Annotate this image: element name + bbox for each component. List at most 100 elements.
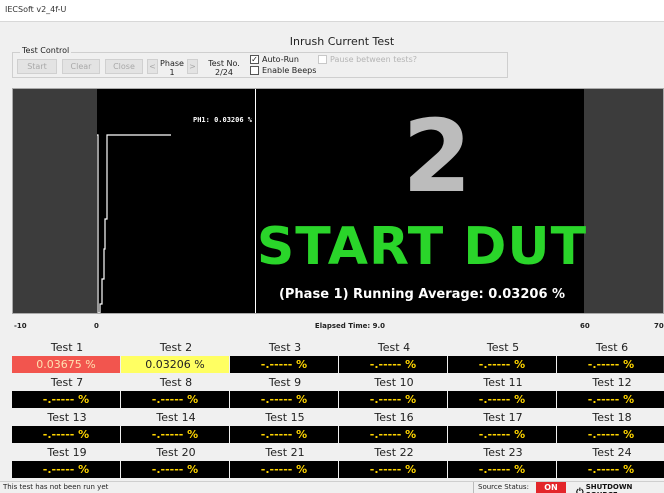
time-marker-line — [255, 89, 256, 313]
source-status-label: Source Status: — [478, 483, 529, 491]
phase-label: Phase 1 — [158, 59, 186, 77]
test-cell[interactable]: Test 24 -.----- % — [557, 445, 664, 481]
test-name: Test 10 — [374, 376, 414, 389]
phase-reading-label: PH1: 0.03206 % — [193, 116, 253, 124]
window-title: IECSoft v2_4f-U — [5, 5, 67, 14]
test-cell[interactable]: Test 23 -.----- % — [448, 445, 558, 481]
status-bar: This test has not been run yet Source St… — [0, 481, 664, 493]
title-bar: IECSoft v2_4f-U — [0, 0, 664, 22]
test-value: -.----- % — [230, 461, 338, 478]
status-message: This test has not been run yet — [3, 483, 109, 491]
test-name: Test 6 — [595, 341, 629, 354]
test-value: -.----- % — [557, 391, 664, 408]
test-cell[interactable]: Test 17 -.----- % — [448, 410, 558, 446]
test-value: -.----- % — [121, 391, 229, 408]
test-name: Test 12 — [592, 376, 632, 389]
test-cell[interactable]: Test 19 -.----- % — [12, 445, 122, 481]
status-divider — [473, 482, 474, 493]
test-value: -.----- % — [12, 391, 120, 408]
test-value: -.----- % — [230, 391, 338, 408]
test-number: Test No. 2/24 — [204, 59, 244, 77]
test-value: -.----- % — [557, 426, 664, 443]
test-name: Test 2 — [159, 341, 193, 354]
axis-label-max: 70 — [654, 322, 664, 330]
test-name: Test 21 — [265, 446, 305, 459]
test-value: 0.03206 % — [121, 356, 229, 373]
test-name: Test 24 — [592, 446, 632, 459]
test-value: -.----- % — [230, 356, 338, 373]
test-name: Test 16 — [374, 411, 414, 424]
test-name: Test 17 — [483, 411, 523, 424]
test-name: Test 5 — [486, 341, 520, 354]
test-results-grid: Test 1 0.03675 % Test 2 0.03206 % Test 3 -.--… — [12, 340, 664, 480]
test-cell[interactable]: Test 20 -.----- % — [121, 445, 231, 481]
axis-label-zero: 0 — [94, 322, 99, 330]
phase-prev-button[interactable]: < — [147, 59, 158, 74]
test-cell[interactable]: Test 8 -.----- % — [121, 375, 231, 411]
running-average: (Phase 1) Running Average: 0.03206 % — [278, 287, 566, 302]
test-name: Test 8 — [159, 376, 193, 389]
test-value: -.----- % — [339, 426, 447, 443]
test-control-legend: Test Control — [20, 46, 72, 55]
test-value: -.----- % — [448, 426, 556, 443]
inrush-trace — [97, 134, 171, 313]
test-number-value: 2/24 — [215, 68, 233, 77]
test-value: -.----- % — [230, 426, 338, 443]
test-name: Test 13 — [47, 411, 87, 424]
test-name: Test 7 — [50, 376, 84, 389]
test-cell[interactable]: Test 15 -.----- % — [230, 410, 340, 446]
test-cell[interactable]: Test 22 -.----- % — [339, 445, 449, 481]
source-status-badge: ON — [536, 482, 566, 493]
start-dut-prompt: START DUT — [256, 217, 588, 277]
test-value: -.----- % — [448, 356, 556, 373]
enable-beeps-checkbox[interactable]: Enable Beeps — [250, 66, 316, 75]
test-value: -.----- % — [12, 426, 120, 443]
test-cell[interactable]: Test 12 -.----- % — [557, 375, 664, 411]
test-name: Test 22 — [374, 446, 414, 459]
test-cell[interactable]: Test 14 -.----- % — [121, 410, 231, 446]
test-name: Test 18 — [592, 411, 632, 424]
axis-label-sixty: 60 — [580, 322, 590, 330]
shutdown-source-button[interactable]: SHUTDOWN SOURCE — [576, 483, 664, 493]
current-test-number: 2 — [402, 98, 472, 215]
test-value: -.----- % — [557, 356, 664, 373]
test-name: Test 15 — [265, 411, 305, 424]
axis-label-min: -10 — [14, 322, 27, 330]
test-name: Test 11 — [483, 376, 523, 389]
test-cell[interactable]: Test 2 0.03206 % — [121, 340, 231, 376]
close-button[interactable]: Close — [105, 59, 143, 74]
test-cell[interactable]: Test 6 -.----- % — [557, 340, 664, 376]
graph-area: PH1: 0.03206 % 2 START DUT (Phase 1) Run… — [97, 89, 586, 313]
test-cell[interactable]: Test 4 -.----- % — [339, 340, 449, 376]
test-name: Test 3 — [268, 341, 302, 354]
test-value: -.----- % — [339, 461, 447, 478]
test-cell[interactable]: Test 5 -.----- % — [448, 340, 558, 376]
test-value: -.----- % — [557, 461, 664, 478]
elapsed-time: Elapsed Time: 9.0 — [314, 322, 386, 330]
test-name: Test 14 — [156, 411, 196, 424]
page-title: Inrush Current Test — [289, 35, 395, 48]
test-value: -.----- % — [12, 461, 120, 478]
test-cell[interactable]: Test 9 -.----- % — [230, 375, 340, 411]
test-cell[interactable]: Test 3 -.----- % — [230, 340, 340, 376]
test-name: Test 23 — [483, 446, 523, 459]
test-cell[interactable]: Test 1 0.03675 % — [12, 340, 122, 376]
checkmark-icon: ✓ — [250, 55, 259, 64]
test-cell[interactable]: Test 11 -.----- % — [448, 375, 558, 411]
test-cell[interactable]: Test 13 -.----- % — [12, 410, 122, 446]
test-value: -.----- % — [339, 356, 447, 373]
start-button[interactable]: Start — [17, 59, 57, 74]
test-cell[interactable]: Test 16 -.----- % — [339, 410, 449, 446]
phase-value: 1 — [169, 68, 175, 77]
test-cell[interactable]: Test 18 -.----- % — [557, 410, 664, 446]
test-cell[interactable]: Test 7 -.----- % — [12, 375, 122, 411]
test-cell[interactable]: Test 10 -.----- % — [339, 375, 449, 411]
phase-next-button[interactable]: > — [187, 59, 198, 74]
auto-run-checkbox[interactable]: ✓ Auto-Run — [250, 55, 299, 64]
test-value: -.----- % — [121, 461, 229, 478]
test-value: -.----- % — [339, 391, 447, 408]
pause-between-tests-checkbox[interactable]: Pause between tests? — [318, 55, 417, 64]
test-cell[interactable]: Test 21 -.----- % — [230, 445, 340, 481]
power-icon — [576, 487, 584, 493]
clear-button[interactable]: Clear — [62, 59, 100, 74]
